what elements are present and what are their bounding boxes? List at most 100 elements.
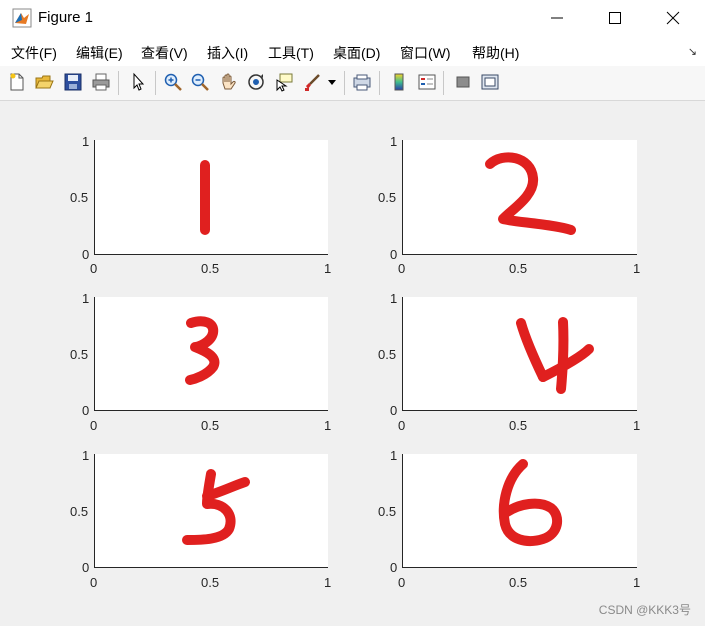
x-tick-label: 0 xyxy=(90,261,98,276)
x-tick-label: 1 xyxy=(324,418,332,433)
matlab-app-icon xyxy=(12,8,32,28)
x-tick-label: 1 xyxy=(633,418,641,433)
y-tick-label: 0.5 xyxy=(70,347,89,362)
x-axis-line xyxy=(402,254,637,255)
y-tick-label: 1 xyxy=(82,291,90,306)
y-tick-label: 1 xyxy=(82,448,90,463)
title-bar: Figure 1 xyxy=(0,0,705,36)
x-axis-line xyxy=(94,410,328,411)
open-file-button[interactable] xyxy=(33,71,55,93)
y-tick-label: 0.5 xyxy=(378,190,397,205)
toolbar-separator xyxy=(118,71,119,95)
subplot-6-digit xyxy=(498,459,563,547)
y-tick-label: 0 xyxy=(82,560,90,575)
y-axis-line xyxy=(402,454,403,568)
x-tick-label: 1 xyxy=(324,261,332,276)
y-tick-label: 0.5 xyxy=(378,347,397,362)
zoom-out-icon xyxy=(191,73,209,91)
x-tick-label: 0 xyxy=(398,575,406,590)
menu-window[interactable]: 窗口(W) xyxy=(400,43,451,63)
menu-tools[interactable]: 工具(T) xyxy=(268,43,314,63)
x-tick-label: 1 xyxy=(633,575,641,590)
colorbar-icon xyxy=(394,73,404,91)
brush-dropdown-button[interactable] xyxy=(326,71,338,93)
colorbar-button[interactable] xyxy=(388,71,410,93)
subplot-6[interactable] xyxy=(403,454,637,567)
toolbar-separator xyxy=(379,71,380,95)
hide-plot-tools-icon xyxy=(456,76,470,88)
toolbar-separator xyxy=(443,71,444,95)
menu-file[interactable]: 文件(F) xyxy=(11,43,57,63)
new-figure-icon xyxy=(10,73,24,91)
y-tick-label: 0 xyxy=(390,560,398,575)
minimize-button[interactable] xyxy=(528,0,586,36)
x-tick-label: 1 xyxy=(633,261,641,276)
figure-canvas: 1 0.5 0 0 0.5 1 1 0.5 0 0 0.5 1 1 0.5 0 … xyxy=(0,101,705,626)
close-button[interactable] xyxy=(644,0,702,36)
rotate-3d-button[interactable] xyxy=(245,71,267,93)
maximize-icon xyxy=(609,12,621,24)
subplot-4-digit xyxy=(516,317,594,394)
menu-edit[interactable]: 编辑(E) xyxy=(76,43,123,63)
y-tick-label: 0.5 xyxy=(70,190,89,205)
link-plot-icon xyxy=(353,74,371,91)
data-cursor-button[interactable] xyxy=(273,71,295,93)
y-tick-label: 0 xyxy=(82,403,90,418)
maximize-button[interactable] xyxy=(586,0,644,36)
subplot-1-digit xyxy=(200,160,210,235)
figure-toolbar xyxy=(0,66,705,101)
zoom-in-icon xyxy=(164,73,182,91)
print-icon xyxy=(92,73,110,91)
x-tick-label: 0.5 xyxy=(509,418,528,433)
y-tick-label: 1 xyxy=(82,134,90,149)
show-plot-tools-icon xyxy=(481,74,499,90)
y-tick-label: 0.5 xyxy=(70,504,89,519)
select-arrow-icon xyxy=(133,72,145,91)
x-tick-label: 0 xyxy=(398,261,406,276)
x-axis-line xyxy=(94,254,328,255)
select-button[interactable] xyxy=(127,71,149,93)
save-icon xyxy=(64,73,82,91)
subplot-2-digit xyxy=(485,152,576,235)
subplot-2[interactable] xyxy=(403,140,637,254)
x-tick-label: 0.5 xyxy=(201,418,220,433)
menu-overflow-arrow[interactable]: ↘ xyxy=(688,45,697,58)
zoom-in-button[interactable] xyxy=(162,71,184,93)
legend-button[interactable] xyxy=(416,71,438,93)
rotate-3d-icon xyxy=(248,74,264,90)
brush-button[interactable] xyxy=(301,71,323,93)
show-plot-tools-button[interactable] xyxy=(479,71,501,93)
save-button[interactable] xyxy=(62,71,84,93)
subplot-4[interactable] xyxy=(403,297,637,410)
menu-insert[interactable]: 插入(I) xyxy=(207,43,248,63)
y-tick-label: 0 xyxy=(390,247,398,262)
data-cursor-icon xyxy=(276,73,293,92)
subplot-5[interactable] xyxy=(95,454,328,567)
new-figure-button[interactable] xyxy=(6,71,28,93)
pan-hand-icon xyxy=(222,73,236,90)
x-tick-label: 1 xyxy=(324,575,332,590)
y-axis-line xyxy=(402,140,403,255)
watermark-text: CSDN @KKK3号 xyxy=(598,603,691,617)
toolbar-separator xyxy=(155,71,156,95)
subplot-5-digit xyxy=(182,469,250,545)
menu-help[interactable]: 帮助(H) xyxy=(472,43,519,63)
x-axis-line xyxy=(402,567,637,568)
y-tick-label: 1 xyxy=(390,448,398,463)
y-tick-label: 0.5 xyxy=(378,504,397,519)
y-axis-line xyxy=(94,297,95,411)
subplot-3[interactable] xyxy=(95,297,328,410)
link-plot-button[interactable] xyxy=(351,71,373,93)
menu-desktop[interactable]: 桌面(D) xyxy=(333,43,380,63)
hide-plot-tools-button[interactable] xyxy=(452,71,474,93)
menu-view[interactable]: 查看(V) xyxy=(141,43,188,63)
print-button[interactable] xyxy=(90,71,112,93)
subplot-1[interactable] xyxy=(95,140,328,254)
subplot-3-digit xyxy=(185,316,220,385)
zoom-out-button[interactable] xyxy=(189,71,211,93)
menu-bar: 文件(F) 编辑(E) 查看(V) 插入(I) 工具(T) 桌面(D) 窗口(W… xyxy=(0,36,705,66)
pan-button[interactable] xyxy=(217,71,239,93)
minimize-icon xyxy=(551,17,563,19)
close-icon xyxy=(666,11,680,25)
window-title: Figure 1 xyxy=(38,9,94,26)
